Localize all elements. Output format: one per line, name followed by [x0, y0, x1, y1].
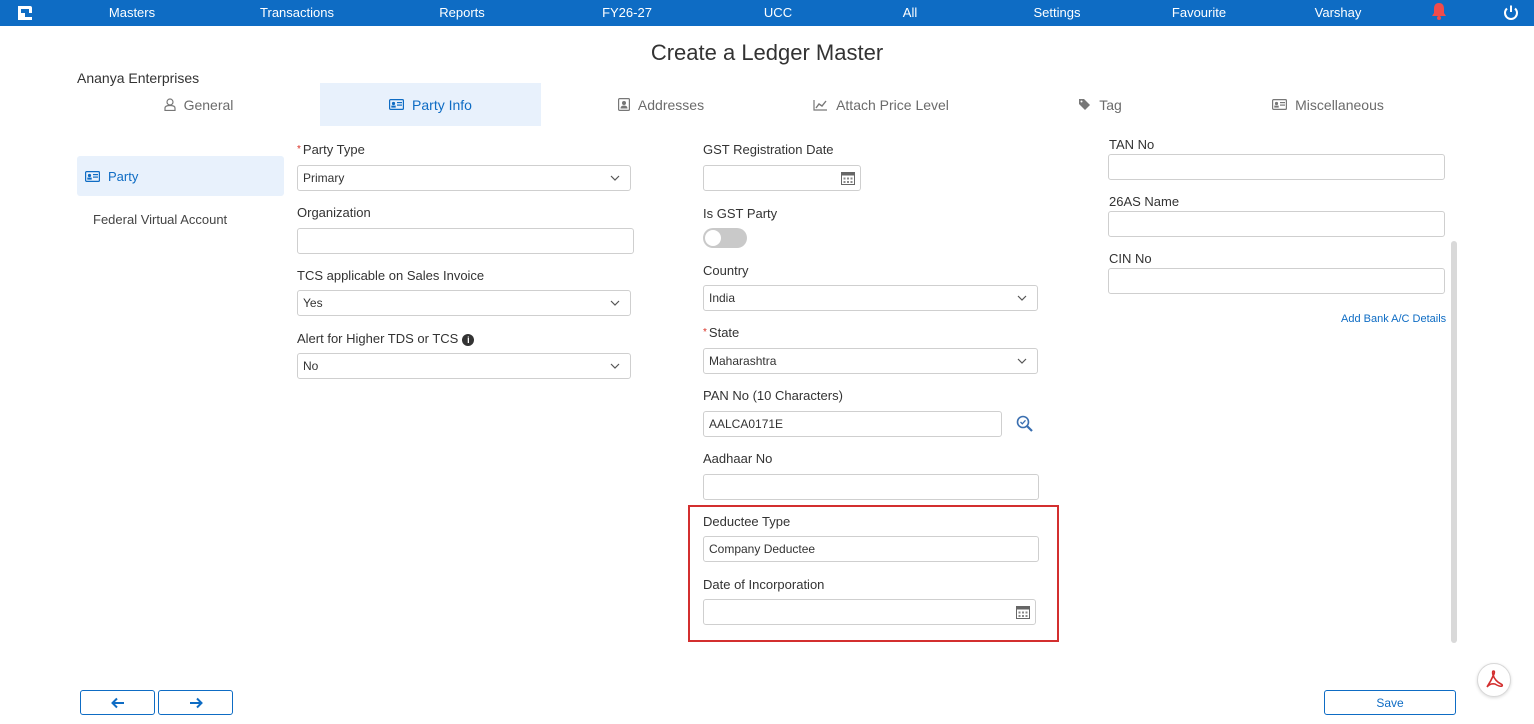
tan-no-label: TAN No [1109, 137, 1155, 152]
date-of-incorporation-input[interactable] [703, 599, 1036, 625]
arrow-left-icon [110, 697, 124, 708]
tan-no-input[interactable] [1108, 154, 1445, 180]
calendar-icon[interactable] [1015, 604, 1031, 620]
app-logo-icon[interactable] [16, 4, 34, 22]
party-type-label: * Party Type [297, 142, 365, 157]
name-26as-input[interactable] [1108, 211, 1445, 237]
nav-user[interactable]: Varshay [1315, 0, 1362, 26]
sidebar-item-label: Federal Virtual Account [93, 211, 228, 227]
tcs-applicable-select[interactable]: Yes [297, 290, 631, 316]
organization-label: Organization [297, 205, 371, 220]
nav-reports[interactable]: Reports [439, 0, 485, 26]
id-card-icon [389, 99, 405, 110]
info-icon[interactable]: i [462, 334, 475, 346]
nav-favourite[interactable]: Favourite [1172, 0, 1226, 26]
line-chart-icon [813, 99, 828, 111]
tag-icon [1078, 98, 1091, 111]
previous-button[interactable] [80, 690, 155, 715]
add-bank-details-link[interactable]: Add Bank A/C Details [1341, 313, 1446, 325]
tab-miscellaneous[interactable]: Miscellaneous [1218, 83, 1438, 126]
country-label: Country [703, 263, 749, 278]
toggle-knob [705, 230, 721, 246]
save-button[interactable]: Save [1324, 690, 1456, 715]
top-nav-bar: Masters Transactions Reports FY26-27 UCC… [0, 0, 1534, 26]
tab-general[interactable]: General [77, 83, 320, 126]
sidebar-item-federal-virtual-account[interactable]: Federal Virtual Account [77, 199, 284, 239]
bell-icon[interactable] [1429, 1, 1449, 21]
next-button[interactable] [158, 690, 233, 715]
nav-masters[interactable]: Masters [109, 0, 155, 26]
date-of-incorporation-label: Date of Incorporation [703, 577, 825, 592]
id-card-icon [1272, 99, 1288, 110]
chevron-down-icon [610, 363, 620, 369]
tab-label: Tag [1099, 96, 1122, 113]
alert-higher-tds-label: Alert for Higher TDS or TCS i [297, 331, 475, 346]
nav-financial-year[interactable]: FY26-27 [602, 0, 652, 26]
party-type-select[interactable]: Primary [297, 165, 631, 191]
pan-no-input[interactable]: AALCA0171E [703, 411, 1002, 437]
nav-settings[interactable]: Settings [1034, 0, 1081, 26]
calendar-icon[interactable] [840, 170, 856, 186]
deductee-type-input[interactable]: Company Deductee [703, 536, 1039, 562]
state-label: * State [703, 325, 740, 340]
tcs-applicable-label: TCS applicable on Sales Invoice [297, 268, 485, 283]
power-icon[interactable] [1502, 4, 1520, 22]
chevron-down-icon [610, 300, 620, 306]
is-gst-party-label: Is GST Party [703, 206, 778, 221]
nav-all[interactable]: All [903, 0, 917, 26]
tab-label: Attach Price Level [836, 96, 949, 113]
tab-party-info[interactable]: Party Info [320, 83, 541, 126]
person-outline-icon [163, 98, 176, 111]
cin-no-label: CIN No [1109, 251, 1152, 266]
scrollbar[interactable] [1451, 241, 1457, 643]
tab-addresses[interactable]: Addresses [541, 83, 781, 126]
search-verify-icon[interactable] [1015, 414, 1035, 434]
nav-transactions[interactable]: Transactions [260, 0, 334, 26]
country-select[interactable]: India [703, 285, 1038, 311]
aadhaar-no-input[interactable] [703, 474, 1039, 500]
organization-input[interactable] [297, 228, 634, 254]
tab-label: Miscellaneous [1295, 96, 1384, 113]
gst-registration-date-input[interactable] [703, 165, 861, 191]
tab-label: Addresses [637, 96, 705, 113]
pan-no-label: PAN No (10 Characters) [703, 388, 843, 403]
tab-attach-price-level[interactable]: Attach Price Level [781, 83, 981, 126]
id-card-icon [85, 170, 100, 182]
name-26as-label: 26AS Name [1109, 194, 1180, 209]
chevron-down-icon [1017, 358, 1027, 364]
page-title: Create a Ledger Master [650, 40, 884, 65]
tab-label: General [183, 96, 234, 113]
tab-tag[interactable]: Tag [1011, 83, 1189, 126]
aadhaar-no-label: Aadhaar No [703, 451, 773, 466]
pdf-icon[interactable] [1477, 663, 1511, 697]
arrow-right-icon [189, 697, 203, 708]
state-select[interactable]: Maharashtra [703, 348, 1038, 374]
contact-book-icon [617, 98, 630, 111]
deductee-type-label: Deductee Type [703, 514, 791, 529]
chevron-down-icon [1017, 295, 1027, 301]
sidebar-item-party[interactable]: Party [77, 156, 284, 196]
cin-no-input[interactable] [1108, 268, 1445, 294]
is-gst-party-toggle[interactable] [703, 228, 747, 248]
alert-higher-tds-select[interactable]: No [297, 353, 631, 379]
tab-label: Party Info [412, 96, 472, 113]
gst-registration-date-label: GST Registration Date [703, 142, 834, 157]
sidebar-item-label: Party [108, 168, 139, 184]
nav-ucc[interactable]: UCC [764, 0, 792, 26]
chevron-down-icon [610, 175, 620, 181]
